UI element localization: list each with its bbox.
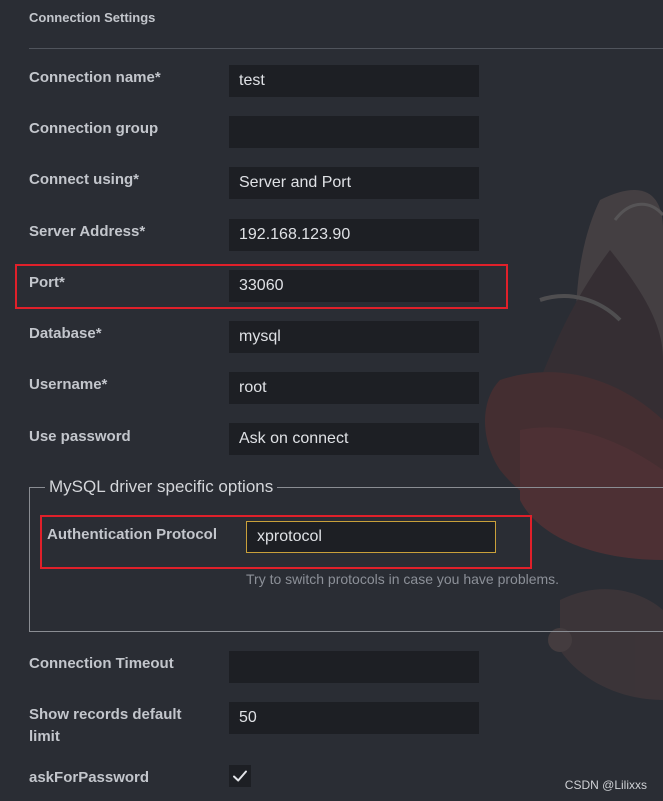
server-address-label: Server Address* xyxy=(29,223,146,240)
divider xyxy=(29,48,663,49)
ask-for-password-label: askForPassword xyxy=(29,769,150,786)
show-records-limit-input[interactable]: 50 xyxy=(229,702,479,734)
auth-protocol-hint: Try to switch protocols in case you have… xyxy=(246,571,560,587)
show-records-limit-label: Show records default limit xyxy=(29,706,182,745)
connection-name-label: Connection name* xyxy=(29,69,161,86)
section-title: Connection Settings xyxy=(29,10,156,25)
auth-protocol-highlight-box xyxy=(40,515,532,569)
connection-group-input[interactable] xyxy=(229,116,479,148)
connect-using-select[interactable]: Server and Port xyxy=(229,167,479,199)
use-password-select[interactable]: Ask on connect xyxy=(229,423,479,455)
port-highlight-box xyxy=(15,264,508,309)
database-label: Database* xyxy=(29,325,102,342)
database-input[interactable]: mysql xyxy=(229,321,479,353)
username-label: Username* xyxy=(29,376,108,393)
driver-options-legend: MySQL driver specific options xyxy=(45,477,278,497)
ask-for-password-checkbox[interactable] xyxy=(229,765,251,787)
connection-group-label: Connection group xyxy=(29,120,159,137)
checkmark-icon xyxy=(233,770,247,782)
connection-name-input[interactable]: test xyxy=(229,65,479,97)
connection-timeout-label: Connection Timeout xyxy=(29,655,174,672)
connect-using-label: Connect using* xyxy=(29,171,140,188)
watermark: CSDN @Lilixxs xyxy=(564,778,647,792)
connection-timeout-input[interactable] xyxy=(229,651,479,683)
use-password-label: Use password xyxy=(29,428,131,445)
username-input[interactable]: root xyxy=(229,372,479,404)
server-address-input[interactable]: 192.168.123.90 xyxy=(229,219,479,251)
